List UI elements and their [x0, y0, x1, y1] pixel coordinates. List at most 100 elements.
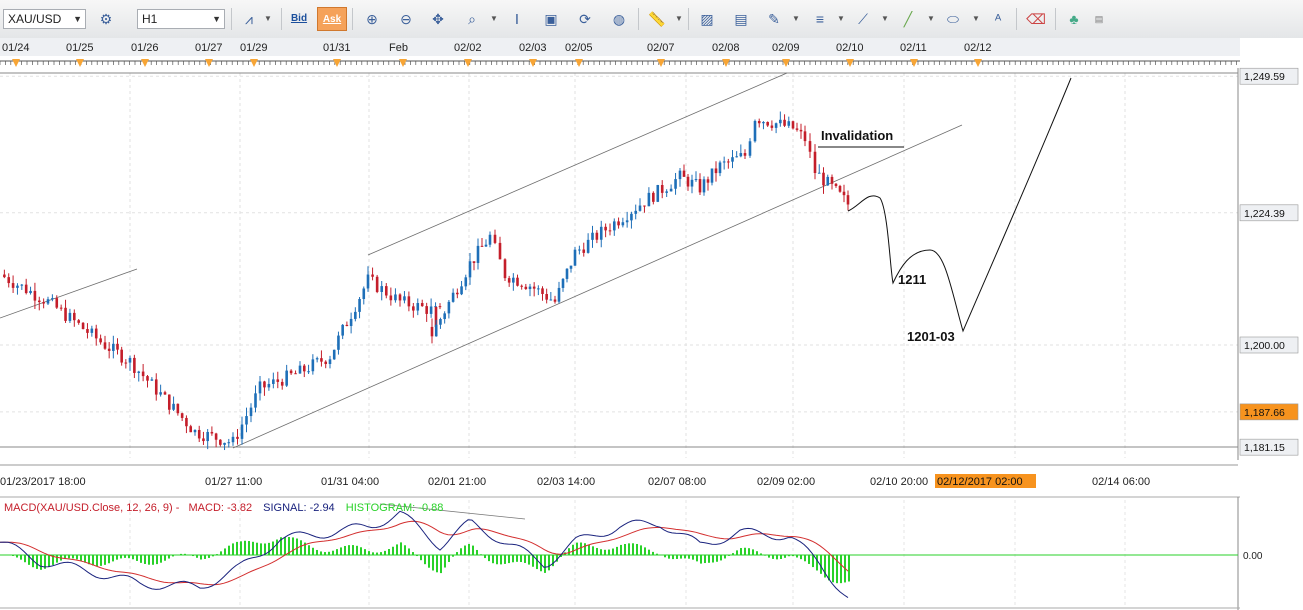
histogram-bar — [780, 555, 782, 559]
candle-body — [214, 433, 218, 440]
histogram-bar — [472, 545, 474, 555]
chevron-down-icon: ▼ — [212, 14, 221, 24]
candle-body — [103, 342, 107, 349]
zoom-out-icon[interactable]: ⊖ — [394, 7, 418, 31]
histogram-bar — [72, 555, 74, 559]
template-icon[interactable]: ▣ — [539, 7, 563, 31]
top-date-label: 01/26 — [131, 42, 159, 54]
histogram-bar — [148, 555, 150, 565]
chevron-down-icon[interactable]: ▼ — [881, 7, 889, 31]
candle-body — [694, 179, 698, 181]
chevron-down-icon[interactable]: ▼ — [264, 7, 272, 31]
chevron-down-icon[interactable]: ▼ — [675, 7, 683, 31]
image-icon[interactable]: ▨ — [695, 7, 719, 31]
lines-icon[interactable]: ≡ — [808, 7, 832, 31]
candle-body — [722, 161, 726, 163]
histogram-bar — [712, 555, 714, 563]
objects-icon[interactable]: ♣ — [1062, 7, 1086, 31]
histogram-bar — [236, 541, 238, 555]
histogram-bar — [776, 555, 778, 560]
candle-body — [595, 232, 599, 240]
bid-button[interactable]: Bid — [287, 7, 311, 31]
candle-body — [172, 403, 175, 410]
indicator-icon[interactable]: ⌕ — [460, 7, 484, 31]
histogram-bar — [604, 549, 606, 555]
chevron-down-icon[interactable]: ▼ — [490, 7, 498, 31]
chart-canvas[interactable]: 01/24 01/25 01/26 01/27 01/29 01/31 Feb 02/02 02… — [0, 38, 1303, 610]
candle-body — [532, 286, 536, 289]
candle-body — [686, 176, 690, 187]
histogram-bar — [252, 541, 254, 555]
candle-body — [236, 436, 239, 439]
crosshair-icon[interactable]: ✥ — [426, 7, 450, 31]
screenshot-icon[interactable]: ▤ — [729, 7, 753, 31]
candle-body — [349, 318, 353, 327]
histogram-bar — [292, 537, 294, 555]
histogram-bar — [316, 549, 318, 555]
pencil-tools-icon[interactable]: ✎ — [762, 7, 786, 31]
candle-body — [197, 429, 201, 439]
candle-body — [799, 129, 803, 132]
timeframe-select[interactable]: H1 ▼ — [137, 9, 225, 29]
trend-line-icon[interactable]: ⟋ — [851, 7, 875, 31]
candle-body — [660, 185, 664, 193]
candle-body — [652, 192, 655, 202]
grid-icon[interactable]: Ⅰ — [505, 7, 529, 31]
candle-body — [403, 296, 406, 301]
candle-body — [757, 120, 761, 124]
histogram-bar — [696, 555, 698, 562]
candle-body — [267, 383, 271, 388]
histogram-bar — [568, 548, 570, 555]
candle-body — [33, 290, 37, 301]
eraser-icon[interactable]: ⌫ — [1024, 7, 1048, 31]
toolbar-overflow-icon[interactable]: ▤ — [1092, 7, 1106, 31]
ellipse-icon[interactable]: ⬭ — [941, 7, 965, 31]
text-icon[interactable]: ᴬ — [986, 7, 1010, 31]
chevron-down-icon[interactable]: ▼ — [927, 7, 935, 31]
chevron-down-icon[interactable]: ▼ — [792, 7, 800, 31]
candle-body — [425, 306, 428, 314]
line-chart-icon[interactable]: ⩘ — [237, 7, 261, 31]
candle-body — [783, 119, 786, 126]
histogram-bar — [476, 549, 478, 555]
histogram-bar — [432, 555, 434, 571]
histogram-bar — [664, 555, 666, 558]
histogram-bar — [700, 555, 702, 564]
candle-body — [77, 320, 80, 323]
candle-body — [599, 226, 603, 240]
histogram-bar — [368, 551, 370, 555]
histogram-bar — [404, 545, 406, 555]
symbol-select[interactable]: XAU/USD ▼ — [3, 9, 86, 29]
draw-line-icon[interactable]: ╱ — [896, 7, 920, 31]
histogram-bar — [192, 555, 194, 557]
ruler-icon[interactable]: 📏 — [645, 7, 669, 31]
histogram-bar — [656, 553, 658, 555]
histogram-bar — [680, 555, 682, 559]
candle-body — [407, 296, 411, 307]
chevron-down-icon[interactable]: ▼ — [837, 7, 845, 31]
symbol-settings-icon[interactable]: ⚙ — [94, 7, 118, 31]
refresh-icon[interactable]: ⟳ — [573, 7, 597, 31]
histogram-bar — [452, 555, 454, 557]
histogram-bar — [840, 555, 842, 584]
histogram-bar — [340, 547, 342, 555]
histogram-bar — [592, 546, 594, 555]
candle-body — [512, 277, 515, 283]
zoom-in-icon[interactable]: ⊕ — [360, 7, 384, 31]
candle-body — [189, 426, 193, 433]
candle-body — [468, 261, 472, 278]
histogram-bar — [836, 555, 838, 584]
candle-body — [739, 153, 743, 157]
candle-body — [90, 328, 94, 333]
globe-icon[interactable]: ◍ — [607, 7, 631, 31]
candle-body — [59, 307, 63, 309]
candle-body — [493, 234, 497, 243]
timeframe-value: H1 — [142, 12, 158, 26]
histogram-bar — [484, 555, 486, 559]
chevron-down-icon[interactable]: ▼ — [972, 7, 980, 31]
candle-body — [702, 179, 706, 193]
candle-body — [638, 205, 642, 211]
histogram-bar — [496, 555, 498, 565]
ask-button[interactable]: Ask — [317, 7, 347, 31]
histogram-bar — [816, 555, 818, 571]
